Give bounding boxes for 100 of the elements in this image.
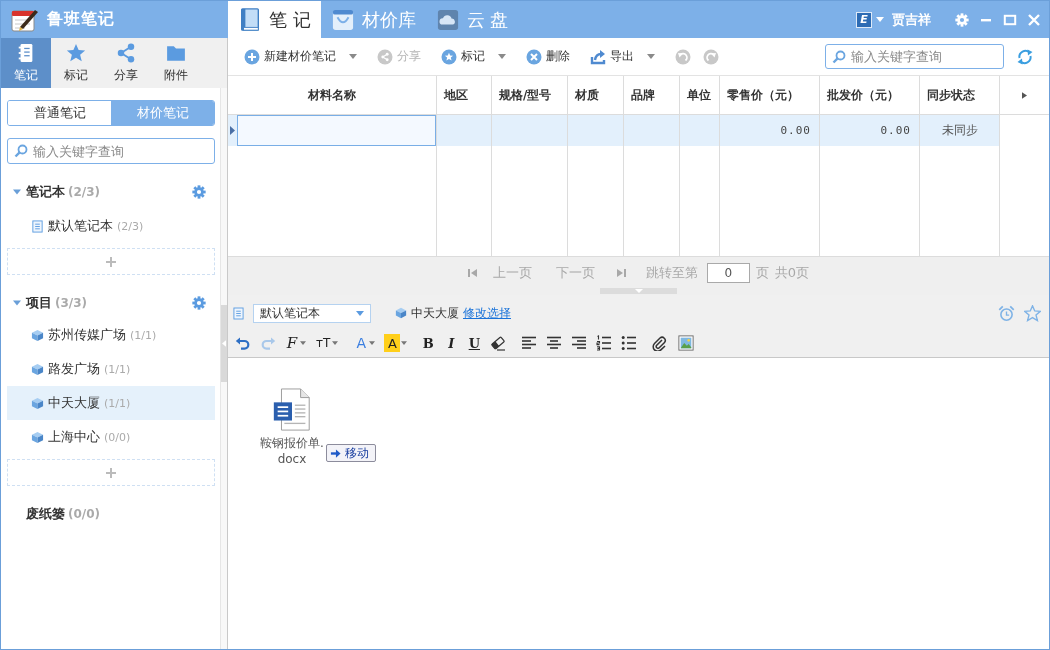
column-header: 材质 <box>568 76 624 114</box>
arrow-right-icon <box>330 447 341 459</box>
numbered-list-icon[interactable] <box>596 335 613 351</box>
document-icon <box>31 219 44 233</box>
caret-icon[interactable] <box>332 341 339 345</box>
align-right-icon[interactable] <box>571 335 588 351</box>
project-item[interactable]: 路发广场 (1/1) <box>7 352 215 386</box>
cube-icon <box>31 396 44 410</box>
font-button[interactable]: F <box>285 334 299 352</box>
eraser-icon[interactable] <box>490 335 507 351</box>
notebook-select[interactable]: 默认笔记本 <box>253 303 371 323</box>
plus-icon <box>105 466 117 479</box>
cell-editor-field[interactable] <box>237 115 436 146</box>
underline-button[interactable]: U <box>467 334 482 352</box>
highlight-button[interactable]: A <box>384 334 401 352</box>
align-left-icon[interactable] <box>521 335 538 351</box>
star-icon <box>66 42 86 63</box>
x-circle-icon <box>526 48 542 65</box>
cube-icon <box>31 328 44 342</box>
last-page-icon[interactable] <box>616 267 626 278</box>
row-pointer-icon <box>230 126 235 135</box>
caret-icon <box>356 310 364 316</box>
page-total: 共0页 <box>774 263 810 282</box>
jump-label: 跳转至第 <box>645 263 698 282</box>
font-size-button[interactable]: тT <box>315 334 332 352</box>
tree-group-header[interactable]: 笔记本 (2/3) <box>7 177 192 207</box>
export-icon <box>590 48 606 65</box>
refresh-icon[interactable] <box>1016 47 1034 66</box>
app-title: 鲁班笔记 <box>47 9 115 30</box>
sidebar-collapse-handle[interactable] <box>221 305 227 382</box>
column-header: 零售价（元） <box>720 76 820 114</box>
cloud-icon <box>436 7 459 32</box>
new-note-button[interactable]: 新建材价笔记 <box>244 44 357 69</box>
project-name: 中天大厦 <box>411 304 459 322</box>
mark-button[interactable]: 标记 <box>441 44 506 69</box>
column-header: 同步状态 <box>920 76 1000 114</box>
column-header: 批发价（元） <box>820 76 920 114</box>
caret-icon[interactable] <box>401 341 408 345</box>
font-color-button[interactable]: A <box>354 334 369 352</box>
plus-circle-icon <box>244 48 260 65</box>
table-cell: 未同步 <box>920 115 1000 146</box>
editor-collapse-handle[interactable] <box>600 288 677 294</box>
plus-icon <box>105 255 117 268</box>
tree-group-header[interactable]: 项目 (3/3) <box>7 288 192 318</box>
cube-icon <box>31 430 44 444</box>
project-item[interactable]: 中天大厦 (1/1) <box>7 386 215 420</box>
export-button[interactable]: 导出 <box>590 44 655 69</box>
search-icon <box>832 49 846 64</box>
column-header: 品牌 <box>624 76 680 114</box>
star-icon[interactable] <box>1024 304 1041 322</box>
table-cell: 0.00 <box>820 115 920 146</box>
file-icon[interactable] <box>272 388 312 432</box>
caret-right-icon[interactable] <box>1022 91 1027 99</box>
alarm-clock-icon[interactable] <box>998 304 1015 322</box>
table-cell: 0.00 <box>720 115 820 146</box>
caret-icon[interactable] <box>300 341 306 345</box>
caret-icon[interactable] <box>369 341 376 345</box>
bullet-list-icon[interactable] <box>621 335 638 351</box>
trash-item[interactable]: 废纸篓 (0/0) <box>7 499 206 529</box>
settings-icon[interactable] <box>192 296 206 310</box>
search-icon <box>14 144 28 158</box>
file-name: 鞍钢报价单.docx <box>259 435 325 467</box>
notebook-item[interactable]: 默认笔记本 (2/3) <box>7 209 215 243</box>
sidebar-tab[interactable]: 附件 <box>151 38 201 88</box>
caret-icon[interactable] <box>876 17 884 22</box>
settings-icon[interactable] <box>192 185 206 199</box>
project-item[interactable]: 上海中心 (0/0) <box>7 420 215 454</box>
align-center-icon[interactable] <box>546 335 563 351</box>
image-icon[interactable] <box>678 335 695 351</box>
change-project-link[interactable]: 修改选择 <box>463 304 511 322</box>
paperclip-icon[interactable] <box>651 335 668 351</box>
maximize-icon[interactable] <box>1003 12 1017 27</box>
search-field[interactable]: 输入关键字查询 <box>825 44 1004 69</box>
drag-label: 移动 <box>345 444 369 462</box>
document-icon <box>233 306 244 320</box>
sidebar-tab[interactable]: 标记 <box>51 38 101 88</box>
column-header: 材料名称 <box>228 76 437 114</box>
undo-icon[interactable] <box>235 335 251 351</box>
italic-button[interactable]: I <box>444 334 459 352</box>
project-item[interactable]: 苏州传媒广场 (1/1) <box>7 318 215 352</box>
sidebar-tab[interactable]: 分享 <box>101 38 151 88</box>
first-page-icon[interactable] <box>467 267 477 278</box>
bag-icon <box>331 7 354 32</box>
top-tab[interactable]: 笔 记 <box>228 1 321 38</box>
app-badge[interactable]: E <box>856 11 872 28</box>
cube-icon <box>31 362 44 376</box>
column-header: 地区 <box>437 76 492 114</box>
column-header: 单位 <box>680 76 720 114</box>
column-header: 规格/型号 <box>492 76 568 114</box>
cube-icon <box>395 307 407 319</box>
page-unit-label: 页 <box>755 263 769 282</box>
table-row[interactable]: 0.00 0.00 未同步 <box>228 115 1000 146</box>
delete-button[interactable]: 删除 <box>526 44 570 69</box>
search-field[interactable]: 输入关键字查询 <box>7 138 215 164</box>
share-icon <box>377 48 393 65</box>
settings-icon[interactable] <box>955 12 969 27</box>
bold-button[interactable]: B <box>421 334 436 352</box>
share-icon <box>116 42 136 63</box>
book-icon <box>239 7 261 32</box>
close-icon[interactable] <box>1027 12 1041 27</box>
